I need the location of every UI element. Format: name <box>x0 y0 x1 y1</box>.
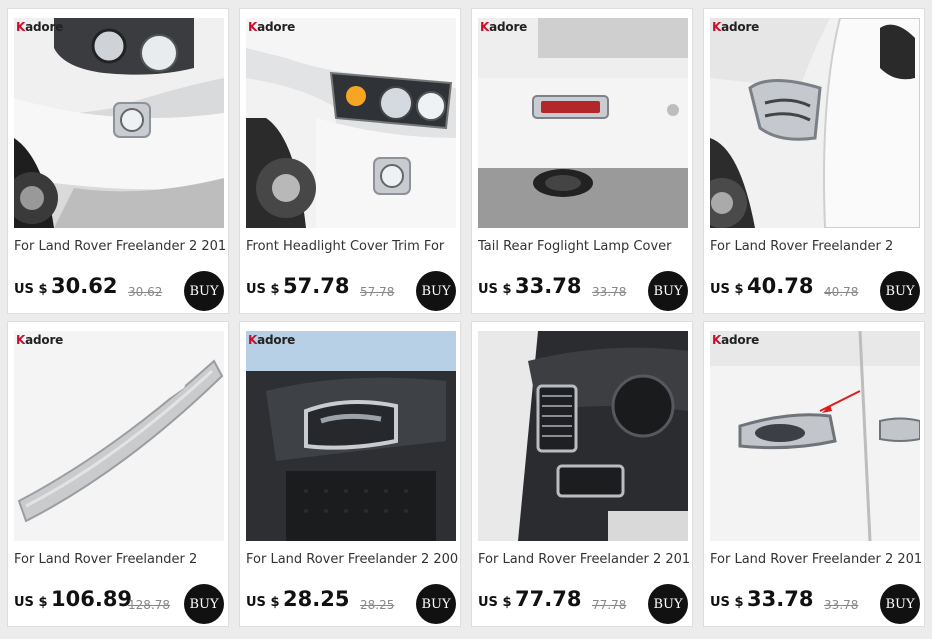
currency-label: US $ <box>710 282 744 297</box>
price-row: US $ 30.62 30.62 BUY <box>14 271 224 311</box>
price-row: US $ 33.78 33.78 BUY <box>710 584 920 624</box>
product-image[interactable]: Kadore <box>478 18 688 228</box>
buy-button[interactable]: BUY <box>880 271 920 311</box>
brand-logo: Kadore <box>712 333 760 347</box>
sill-plate-image <box>14 331 224 541</box>
original-price: 40.78 <box>824 285 859 299</box>
product-card[interactable]: Kadore For Land Rover Freelander 2 2011 … <box>703 321 925 627</box>
sale-price: 40.78 <box>747 274 814 298</box>
product-image[interactable]: Kadore <box>710 18 920 228</box>
sale-price: 33.78 <box>515 274 582 298</box>
door-handle-interior-image <box>246 331 456 541</box>
buy-button[interactable]: BUY <box>648 271 688 311</box>
sale-price: 33.78 <box>747 587 814 611</box>
brand-logo: Kadore <box>248 333 296 347</box>
product-image[interactable]: Kadore <box>14 18 224 228</box>
price-row: US $ 57.78 57.78 BUY <box>246 271 456 311</box>
price-row: US $ 106.89 128.78 BUY <box>14 584 224 624</box>
currency-label: US $ <box>710 595 744 610</box>
product-card[interactable]: Kadore For Land Rover Freelander 2 2012 … <box>7 8 229 314</box>
product-grid: Kadore For Land Rover Freelander 2 2012 … <box>0 0 932 639</box>
product-card[interactable]: For Land Rover Freelander 2 2011 US $ 77… <box>471 321 693 627</box>
product-title[interactable]: For Land Rover Freelander 2 <box>710 239 922 254</box>
brand-logo: Kadore <box>248 20 296 34</box>
sale-price: 57.78 <box>283 274 350 298</box>
brand-logo: Kadore <box>480 20 528 34</box>
currency-label: US $ <box>14 282 48 297</box>
currency-label: US $ <box>246 595 280 610</box>
sale-price: 77.78 <box>515 587 582 611</box>
price-row: US $ 28.25 28.25 BUY <box>246 584 456 624</box>
buy-button[interactable]: BUY <box>416 271 456 311</box>
door-handle-exterior-image <box>710 331 920 541</box>
buy-button[interactable]: BUY <box>880 584 920 624</box>
brand-logo: Kadore <box>16 20 64 34</box>
original-price: 28.25 <box>360 598 395 612</box>
headlight-image <box>246 18 456 228</box>
front-bumper-foglight-image <box>14 18 224 228</box>
sale-price: 30.62 <box>51 274 118 298</box>
buy-button[interactable]: BUY <box>416 584 456 624</box>
currency-label: US $ <box>478 595 512 610</box>
dashboard-vent-image <box>478 331 688 541</box>
product-image[interactable]: Kadore <box>710 331 920 541</box>
original-price: 77.78 <box>592 598 627 612</box>
price-row: US $ 40.78 40.78 BUY <box>710 271 920 311</box>
price-row: US $ 77.78 77.78 BUY <box>478 584 688 624</box>
brand-logo: Kadore <box>712 20 760 34</box>
buy-button[interactable]: BUY <box>184 271 224 311</box>
product-card[interactable]: Kadore For Land Rover Freelander 2 US $ … <box>7 321 229 627</box>
product-title[interactable]: Front Headlight Cover Trim For <box>246 239 458 254</box>
currency-label: US $ <box>478 282 512 297</box>
original-price: 128.78 <box>128 598 170 612</box>
rear-foglight-image <box>478 18 688 228</box>
product-card[interactable]: Kadore Front Headlight Cover Trim For US… <box>239 8 461 314</box>
original-price: 57.78 <box>360 285 395 299</box>
product-image[interactable] <box>478 331 688 541</box>
product-title[interactable]: For Land Rover Freelander 2 2011 <box>710 552 922 567</box>
product-image[interactable]: Kadore <box>14 331 224 541</box>
product-title[interactable]: Tail Rear Foglight Lamp Cover <box>478 239 690 254</box>
product-card[interactable]: Kadore Tail Rear Foglight Lamp Cover US … <box>471 8 693 314</box>
product-title[interactable]: For Land Rover Freelander 2 2012 <box>14 239 226 254</box>
product-card[interactable]: Kadore For Land Rover Freelander 2 2007 … <box>239 321 461 627</box>
buy-button[interactable]: BUY <box>184 584 224 624</box>
product-title[interactable]: For Land Rover Freelander 2 2007 <box>246 552 458 567</box>
original-price: 33.78 <box>824 598 859 612</box>
sale-price: 106.89 <box>51 587 133 611</box>
product-card[interactable]: Kadore For Land Rover Freelander 2 US $ … <box>703 8 925 314</box>
side-vent-image <box>710 18 920 228</box>
original-price: 30.62 <box>128 285 163 299</box>
currency-label: US $ <box>246 282 280 297</box>
product-title[interactable]: For Land Rover Freelander 2 2011 <box>478 552 690 567</box>
buy-button[interactable]: BUY <box>648 584 688 624</box>
sale-price: 28.25 <box>283 587 350 611</box>
price-row: US $ 33.78 33.78 BUY <box>478 271 688 311</box>
product-image[interactable]: Kadore <box>246 331 456 541</box>
original-price: 33.78 <box>592 285 627 299</box>
product-title[interactable]: For Land Rover Freelander 2 <box>14 552 226 567</box>
product-image[interactable]: Kadore <box>246 18 456 228</box>
brand-logo: Kadore <box>16 333 64 347</box>
currency-label: US $ <box>14 595 48 610</box>
